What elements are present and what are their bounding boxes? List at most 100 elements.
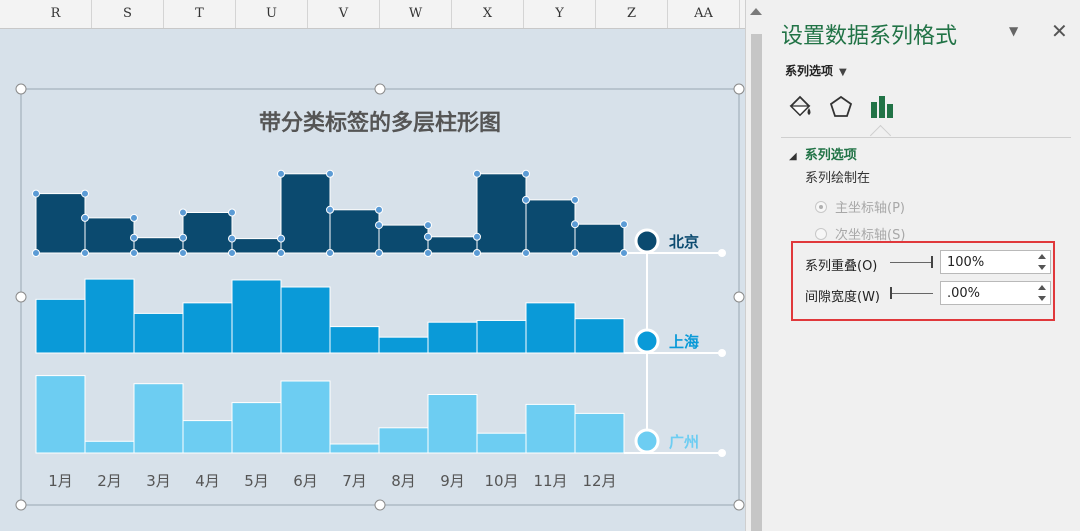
selection-handle[interactable] bbox=[277, 249, 285, 257]
bar-广州[interactable] bbox=[133, 383, 184, 454]
selection-handle[interactable] bbox=[179, 233, 187, 242]
selection-handle[interactable] bbox=[179, 249, 187, 257]
vertical-scrollbar[interactable] bbox=[745, 0, 767, 531]
selection-handle[interactable] bbox=[571, 220, 579, 229]
selection-handle[interactable] bbox=[522, 249, 530, 257]
bar-北京[interactable] bbox=[35, 193, 86, 254]
selection-handle[interactable] bbox=[228, 208, 236, 217]
bar-上海[interactable] bbox=[525, 302, 576, 354]
selection-handle[interactable] bbox=[424, 221, 432, 230]
bar-广州[interactable] bbox=[84, 440, 135, 454]
bar-广州[interactable] bbox=[231, 402, 282, 454]
gap-width-input[interactable] bbox=[940, 281, 1051, 305]
resize-handle[interactable] bbox=[374, 83, 386, 95]
bar-上海[interactable] bbox=[133, 312, 184, 354]
selection-handle[interactable] bbox=[130, 249, 138, 257]
bar-上海[interactable] bbox=[35, 298, 86, 354]
series-options-section-header[interactable]: ◢ 系列选项 bbox=[789, 144, 857, 163]
bar-广州[interactable] bbox=[476, 432, 527, 454]
selection-handle[interactable] bbox=[571, 195, 579, 204]
series-overlap-slider-thumb[interactable] bbox=[931, 256, 933, 268]
selection-handle[interactable] bbox=[522, 195, 530, 204]
selection-handle[interactable] bbox=[375, 221, 383, 230]
selection-handle[interactable] bbox=[326, 169, 334, 178]
primary-axis-radio[interactable]: 主坐标轴(P) bbox=[815, 197, 905, 216]
selection-handle[interactable] bbox=[81, 189, 89, 198]
bar-上海[interactable] bbox=[329, 326, 380, 354]
close-icon[interactable]: ✕ bbox=[1051, 19, 1068, 43]
gap-increment-icon[interactable] bbox=[1038, 285, 1046, 290]
bar-上海[interactable] bbox=[427, 321, 478, 354]
selection-handle[interactable] bbox=[228, 249, 236, 257]
selection-handle[interactable] bbox=[228, 234, 236, 243]
bar-北京[interactable] bbox=[427, 236, 478, 254]
selection-handle[interactable] bbox=[179, 208, 187, 217]
resize-handle[interactable] bbox=[733, 499, 745, 511]
resize-handle[interactable] bbox=[733, 83, 745, 95]
resize-handle[interactable] bbox=[15, 83, 27, 95]
bar-北京[interactable] bbox=[280, 173, 331, 254]
selection-handle[interactable] bbox=[571, 249, 579, 257]
resize-handle[interactable] bbox=[733, 291, 745, 303]
bar-上海[interactable] bbox=[231, 279, 282, 354]
series-overlap-input[interactable] bbox=[940, 250, 1051, 274]
selection-handle[interactable] bbox=[130, 233, 138, 242]
overlap-increment-icon[interactable] bbox=[1038, 254, 1046, 259]
gap-decrement-icon[interactable] bbox=[1038, 296, 1046, 301]
selection-handle[interactable] bbox=[424, 232, 432, 241]
bar-北京[interactable] bbox=[182, 212, 233, 254]
series-overlap-slider[interactable] bbox=[890, 262, 933, 263]
selection-handle[interactable] bbox=[522, 169, 530, 178]
bar-北京[interactable] bbox=[231, 238, 282, 254]
chart[interactable]: 带分类标签的多层柱形图北京上海广州 1月 2月 3月 4月 5月 6月 7月 8月 9月 10月 11… bbox=[0, 0, 745, 531]
selection-handle[interactable] bbox=[32, 189, 40, 198]
selection-handle[interactable] bbox=[473, 232, 481, 241]
bar-北京[interactable] bbox=[525, 199, 576, 254]
selection-handle[interactable] bbox=[620, 249, 628, 257]
pentagon-icon[interactable] bbox=[826, 92, 856, 122]
selection-handle[interactable] bbox=[473, 249, 481, 257]
resize-handle[interactable] bbox=[374, 499, 386, 511]
bar-广州[interactable] bbox=[574, 412, 625, 454]
selection-handle[interactable] bbox=[620, 220, 628, 229]
bar-上海[interactable] bbox=[182, 302, 233, 354]
bar-广州[interactable] bbox=[525, 403, 576, 454]
selection-handle[interactable] bbox=[375, 249, 383, 257]
bar-广州[interactable] bbox=[280, 380, 331, 454]
scroll-up-arrow-icon[interactable] bbox=[750, 8, 762, 15]
selection-handle[interactable] bbox=[81, 249, 89, 257]
bar-广州[interactable] bbox=[427, 394, 478, 454]
bar-上海[interactable] bbox=[574, 318, 625, 354]
selection-handle[interactable] bbox=[32, 249, 40, 257]
selection-handle[interactable] bbox=[277, 234, 285, 243]
bar-北京[interactable] bbox=[574, 223, 625, 254]
selection-handle[interactable] bbox=[277, 169, 285, 178]
bar-北京[interactable] bbox=[84, 217, 135, 254]
selection-handle[interactable] bbox=[130, 213, 138, 222]
bar-北京[interactable] bbox=[476, 173, 527, 254]
gap-width-slider[interactable] bbox=[890, 293, 933, 294]
pane-options-dropdown-icon[interactable]: ▼ bbox=[1009, 24, 1018, 38]
selection-handle[interactable] bbox=[473, 169, 481, 178]
bar-广州[interactable] bbox=[182, 420, 233, 454]
bar-上海[interactable] bbox=[280, 286, 331, 354]
resize-handle[interactable] bbox=[15, 291, 27, 303]
scrollbar-thumb[interactable] bbox=[751, 34, 762, 531]
bar-广州[interactable] bbox=[378, 427, 429, 454]
paint-bucket-icon[interactable] bbox=[785, 92, 815, 122]
selection-handle[interactable] bbox=[375, 205, 383, 214]
overlap-decrement-icon[interactable] bbox=[1038, 265, 1046, 270]
bar-北京[interactable] bbox=[378, 224, 429, 254]
selection-handle[interactable] bbox=[326, 205, 334, 214]
bar-上海[interactable] bbox=[378, 336, 429, 354]
bar-北京[interactable] bbox=[133, 237, 184, 254]
bar-广州[interactable] bbox=[329, 443, 380, 454]
bar-广州[interactable] bbox=[35, 375, 86, 454]
bar-北京[interactable] bbox=[329, 209, 380, 254]
bar-chart-icon[interactable] bbox=[867, 92, 897, 122]
worksheet[interactable]: R S T U V W X Y Z AA 带分类标签的多层柱形图 北京 上海 广州 1月 2月 3月 4月 5月 6… bbox=[0, 0, 745, 531]
bar-上海[interactable] bbox=[84, 278, 135, 354]
bar-上海[interactable] bbox=[476, 319, 527, 354]
selection-handle[interactable] bbox=[326, 249, 334, 257]
series-options-menu[interactable]: 系列选项 ▼ bbox=[785, 62, 847, 79]
